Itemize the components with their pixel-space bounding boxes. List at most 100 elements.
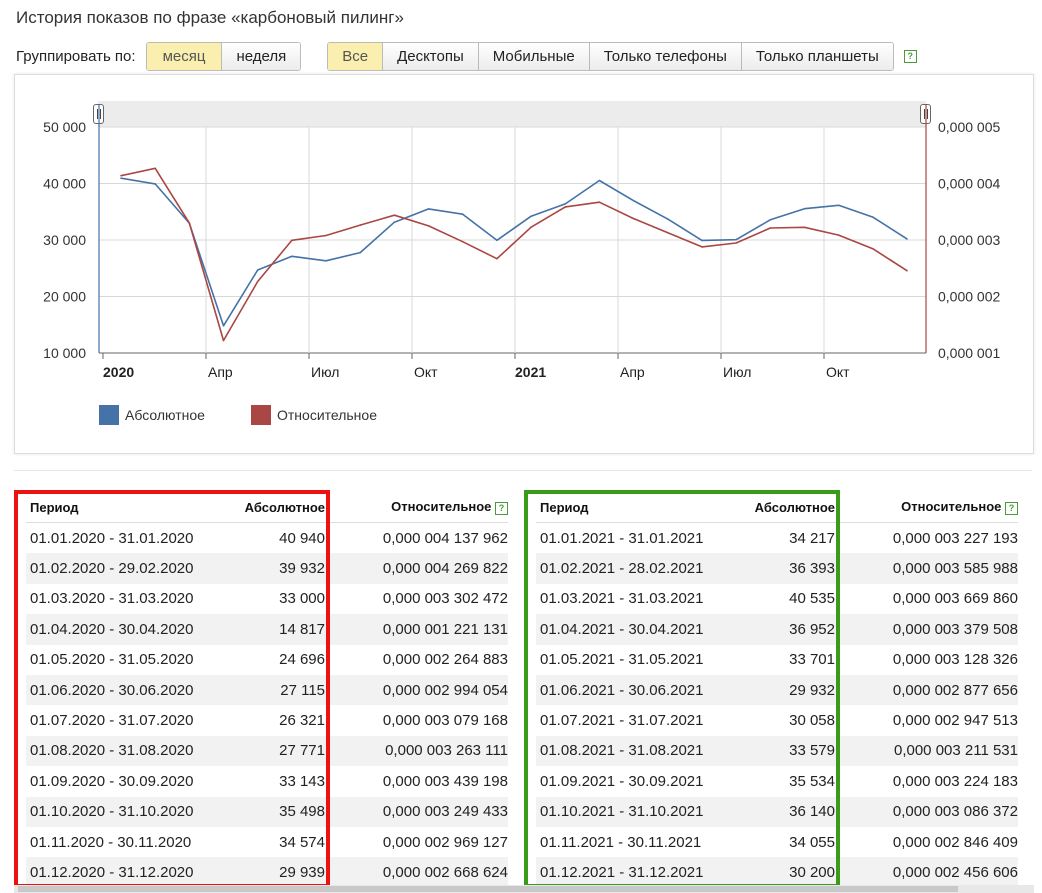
x-tick-label: Окт <box>414 364 438 380</box>
y-right-tick-label: 0,000 002 <box>938 289 1000 305</box>
x-tick-label: 2021 <box>515 364 546 380</box>
col-relative-header: Относительное ? <box>835 492 1018 523</box>
data-point <box>120 174 122 177</box>
y-right-tick-label: 0,000 005 <box>938 119 1000 135</box>
data-point <box>735 238 737 241</box>
data-point <box>154 183 156 185</box>
cell-relative: 0,000 003 379 508 <box>835 614 1018 645</box>
legend-absolute[interactable]: Абсолютное <box>99 405 205 425</box>
cell-relative: 0,000 002 264 883 <box>382 651 508 669</box>
y-left-tick-label: 10 000 <box>43 345 86 361</box>
data-point <box>188 222 191 224</box>
data-point <box>222 325 225 327</box>
legend-relative-label: Относительное <box>277 407 377 423</box>
legend-absolute-label: Абсолютное <box>125 407 205 423</box>
highlight-box-2021 <box>524 490 840 888</box>
scrollbar-thumb[interactable] <box>18 886 958 892</box>
data-point <box>496 239 498 242</box>
col-relative-header: Относительное ? <box>325 492 508 523</box>
col-relative: Относительное <box>391 499 492 514</box>
cell-relative: 0,000 003 585 988 <box>835 553 1018 584</box>
data-point <box>837 234 840 236</box>
cell-relative: 0,000 002 994 054 <box>325 674 508 706</box>
data-point <box>154 167 156 170</box>
cell-relative: 0,000 003 079 168 <box>382 712 508 730</box>
data-point <box>393 221 396 223</box>
cell-relative: 0,000 003 211 531 <box>835 735 1018 767</box>
y-left-tick-label: 50 000 <box>43 119 86 135</box>
cell-relative: 0,000 003 302 472 <box>382 590 508 608</box>
y-left-tick-label: 40 000 <box>43 176 86 192</box>
cell-relative: 0,000 003 669 860 <box>892 590 1018 608</box>
legend-relative-swatch <box>251 405 271 425</box>
help-icon[interactable]: ? <box>1005 502 1018 515</box>
data-point <box>291 239 293 242</box>
series-line-absolute <box>120 177 908 327</box>
y-right-tick-label: 0,000 003 <box>938 232 1000 248</box>
x-tick-label: 2020 <box>103 364 134 380</box>
x-tick-label: Апр <box>620 364 645 380</box>
data-point <box>598 201 601 203</box>
table-separator <box>14 470 1032 489</box>
cell-relative: 0,000 004 269 822 <box>325 553 508 584</box>
data-point <box>427 225 430 227</box>
cell-relative: 0,000 002 668 624 <box>325 857 508 888</box>
data-point <box>598 179 601 182</box>
data-point <box>701 246 703 248</box>
x-tick-label: Окт <box>826 364 850 380</box>
cell-relative: 0,000 003 249 433 <box>325 796 508 827</box>
data-point <box>461 213 464 215</box>
data-point <box>222 339 225 342</box>
y-left-tick-label: 30 000 <box>43 232 86 248</box>
cell-relative: 0,000 004 137 962 <box>382 529 508 547</box>
data-point <box>496 257 498 260</box>
cell-relative: 0,000 002 969 127 <box>382 833 508 851</box>
cell-relative: 0,000 002 877 656 <box>835 674 1018 706</box>
help-icon[interactable]: ? <box>495 502 508 515</box>
data-point <box>667 231 669 234</box>
y-right-tick-label: 0,000 004 <box>938 176 1000 192</box>
cell-relative: 0,000 003 439 198 <box>382 772 508 790</box>
horizontal-scrollbar[interactable] <box>14 885 1034 893</box>
data-point <box>667 218 669 220</box>
data-point <box>872 216 874 218</box>
data-point <box>256 269 259 271</box>
x-tick-label: Июл <box>723 364 751 380</box>
cell-relative: 0,000 003 227 193 <box>892 529 1018 547</box>
cell-relative: 0,000 002 456 606 <box>835 857 1018 888</box>
data-point <box>359 224 362 226</box>
data-point <box>735 242 737 244</box>
legend-relative[interactable]: Относительное <box>251 405 377 425</box>
cell-relative: 0,000 002 846 409 <box>892 833 1018 851</box>
data-point <box>803 226 806 229</box>
data-point <box>872 247 874 250</box>
data-point <box>427 208 430 210</box>
cell-relative: 0,000 003 128 326 <box>892 651 1018 669</box>
data-point <box>325 234 327 237</box>
data-point <box>359 251 362 254</box>
data-point <box>461 240 464 243</box>
data-point <box>530 215 532 217</box>
data-point <box>393 214 396 216</box>
data-point <box>291 255 293 258</box>
data-point <box>325 260 327 262</box>
data-point <box>120 177 122 179</box>
data-point <box>564 206 567 208</box>
cell-relative: 0,000 001 221 131 <box>325 614 508 645</box>
x-tick-label: Апр <box>208 364 233 380</box>
data-point <box>632 217 635 220</box>
series-line-relative <box>120 167 908 342</box>
legend-absolute-swatch <box>99 405 119 425</box>
data-point <box>530 226 532 228</box>
cell-relative: 0,000 003 086 372 <box>835 796 1018 827</box>
data-point <box>256 280 259 283</box>
data-point <box>803 207 806 210</box>
cell-relative: 0,000 003 224 183 <box>892 772 1018 790</box>
data-point <box>837 204 840 207</box>
col-relative: Относительное <box>901 499 1002 514</box>
y-left-tick-label: 20 000 <box>43 289 86 305</box>
data-point <box>769 219 772 221</box>
data-point <box>906 269 908 272</box>
data-point <box>564 203 567 205</box>
x-tick-label: Июл <box>311 364 339 380</box>
